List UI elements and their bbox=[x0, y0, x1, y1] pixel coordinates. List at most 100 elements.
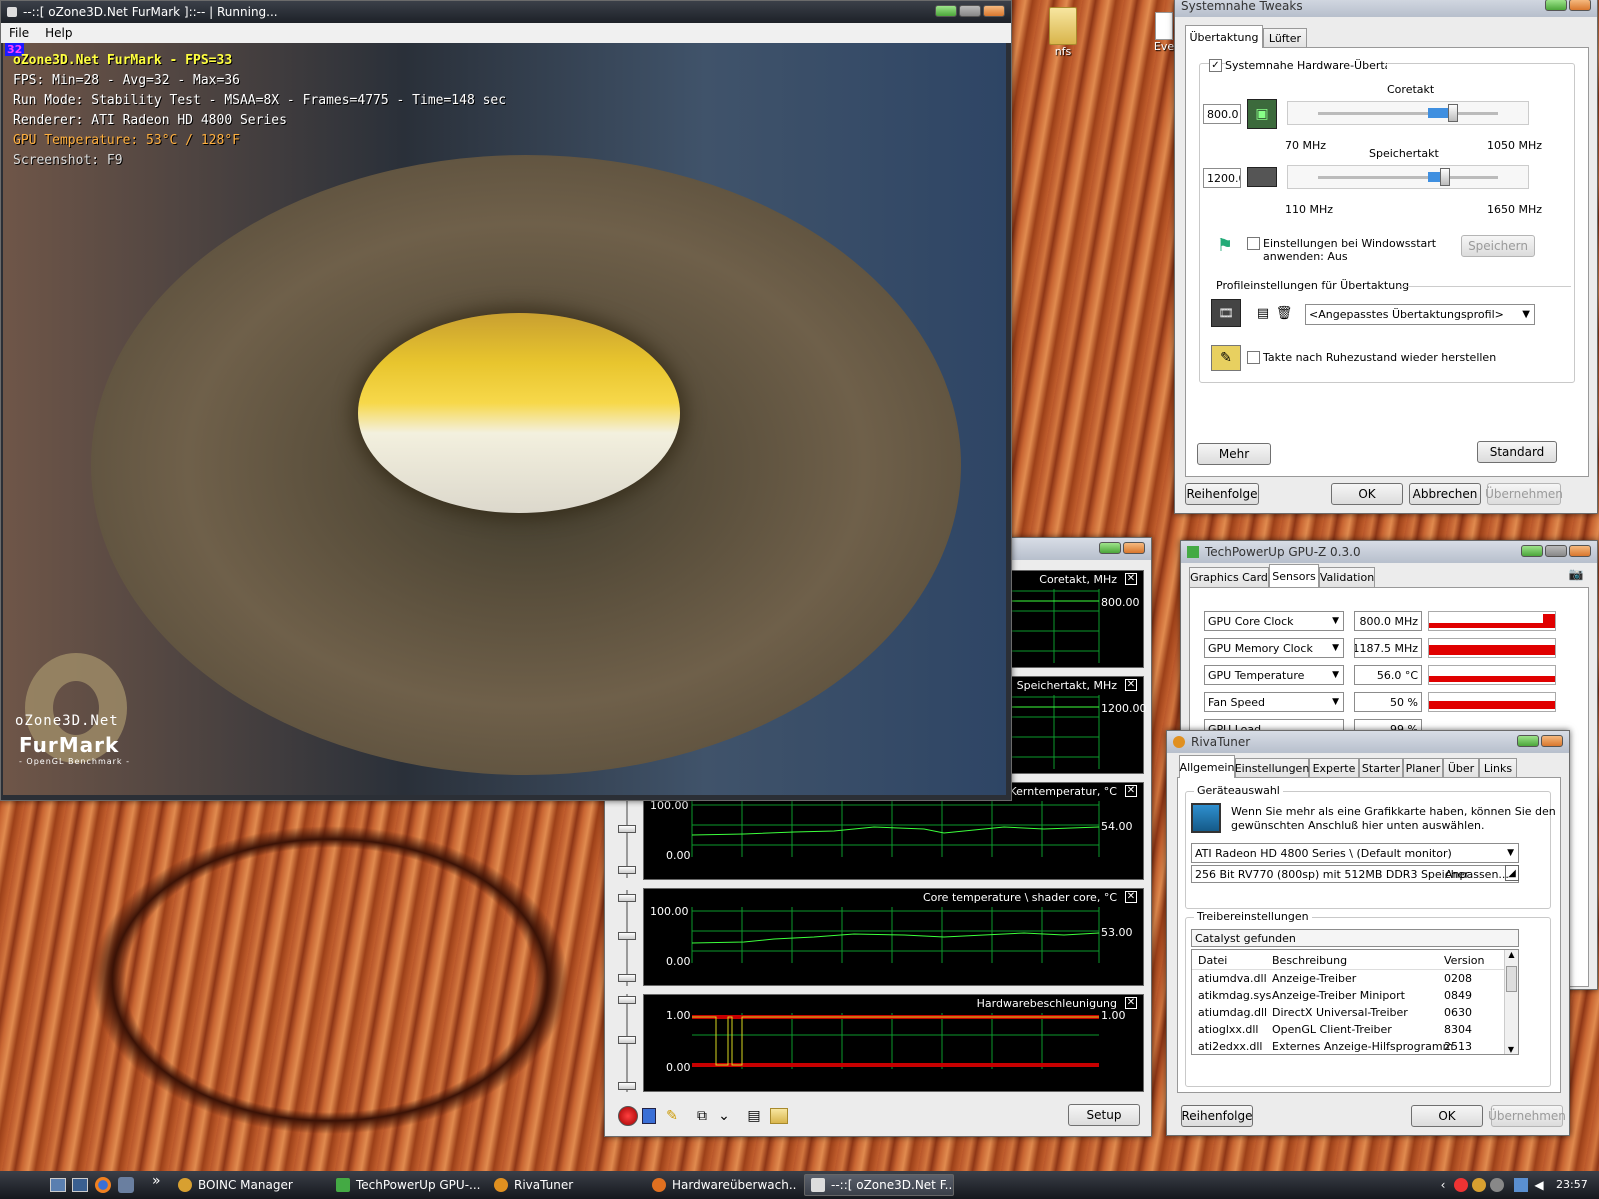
graph-close-icon[interactable]: ✕ bbox=[1125, 573, 1137, 585]
order-button[interactable]: Reihenfolge bbox=[1185, 483, 1259, 505]
tab-general[interactable]: Allgemein bbox=[1179, 755, 1235, 778]
ok-button[interactable]: OK bbox=[1331, 483, 1403, 505]
order-button[interactable]: Reihenfolge bbox=[1181, 1105, 1253, 1127]
close-button[interactable] bbox=[1123, 542, 1145, 554]
graph-close-icon[interactable]: ✕ bbox=[1125, 785, 1137, 797]
sensor-name-select[interactable]: GPU Memory Clock ▼ bbox=[1204, 638, 1344, 658]
scroll-down-icon[interactable]: ▼ bbox=[1505, 1045, 1517, 1054]
sensor-name-select[interactable]: Fan Speed ▼ bbox=[1204, 692, 1344, 712]
table-row[interactable]: atikmdag.sys Anzeige-Treiber Miniport 0849 bbox=[1192, 989, 1506, 1005]
desktop-icon-nfs[interactable]: nfs bbox=[1040, 2, 1086, 62]
taskbar-item-furmark[interactable]: --::[ oZone3D.Net F... bbox=[804, 1174, 954, 1196]
sensor-name-select[interactable]: GPU Core Clock ▼ bbox=[1204, 611, 1344, 631]
scroll-up-icon[interactable]: ▲ bbox=[1505, 950, 1518, 959]
memory-clock-slider[interactable] bbox=[1287, 165, 1529, 189]
restore-clocks-checkbox[interactable] bbox=[1247, 351, 1260, 364]
minimize-button[interactable] bbox=[1517, 735, 1539, 747]
device-select[interactable]: ATI Radeon HD 4800 Series \ (Default mon… bbox=[1191, 843, 1519, 863]
taskbar-item-hardware-monitor[interactable]: Hardwareüberwach... bbox=[646, 1174, 796, 1196]
switch-windows-icon[interactable] bbox=[72, 1178, 88, 1192]
graph-slider[interactable] bbox=[614, 800, 640, 878]
tab-links[interactable]: Links bbox=[1479, 758, 1517, 778]
windows-icon[interactable]: ⧉ bbox=[694, 1108, 710, 1124]
column-description[interactable]: Beschreibung bbox=[1272, 954, 1347, 967]
delete-profile-icon[interactable]: 🗑 bbox=[1276, 305, 1293, 321]
menu-help[interactable]: Help bbox=[37, 26, 80, 40]
column-version[interactable]: Version bbox=[1444, 954, 1484, 967]
close-button[interactable] bbox=[1569, 545, 1591, 557]
graph-close-icon[interactable]: ✕ bbox=[1125, 891, 1137, 903]
column-file[interactable]: Datei bbox=[1198, 954, 1227, 967]
tab-scheduler[interactable]: Planer bbox=[1403, 758, 1443, 778]
save-icon[interactable]: ▤ bbox=[746, 1108, 762, 1124]
tab-settings[interactable]: Einstellungen bbox=[1235, 758, 1309, 778]
tab-validation[interactable]: Validation bbox=[1319, 567, 1375, 587]
customize-button[interactable]: Anpassen... bbox=[1445, 868, 1509, 881]
scroll-thumb[interactable] bbox=[1506, 966, 1517, 992]
minimize-button[interactable] bbox=[1545, 0, 1567, 11]
more-button[interactable]: Mehr bbox=[1197, 443, 1271, 465]
firefox-icon[interactable] bbox=[95, 1177, 111, 1193]
sensor-name-select[interactable]: GPU Temperature ▼ bbox=[1204, 665, 1344, 685]
startup-apply-checkbox[interactable] bbox=[1247, 237, 1260, 250]
close-button[interactable] bbox=[1569, 0, 1591, 11]
enable-overclock-checkbox[interactable]: ✓ bbox=[1209, 59, 1222, 72]
graph-slider[interactable] bbox=[614, 994, 640, 1092]
memory-clock-input[interactable]: 1200.0 bbox=[1203, 168, 1241, 188]
close-button[interactable] bbox=[983, 5, 1005, 17]
tray-boinc-icon[interactable] bbox=[1472, 1178, 1486, 1192]
start-icon[interactable] bbox=[10, 1175, 32, 1195]
camera-icon[interactable]: 📷 bbox=[1567, 567, 1585, 581]
tab-sensors[interactable]: Sensors bbox=[1269, 564, 1319, 587]
core-clock-slider[interactable] bbox=[1287, 101, 1529, 125]
desktop-icon-eve[interactable]: Eve bbox=[1152, 2, 1176, 62]
taskbar-item-rivatuner[interactable]: RivaTuner bbox=[488, 1174, 638, 1196]
minimize-button[interactable] bbox=[935, 5, 957, 17]
show-desktop-icon[interactable] bbox=[50, 1178, 66, 1192]
maximize-button[interactable] bbox=[959, 5, 981, 17]
profile-select[interactable]: <Angepasstes Übertaktungsprofil> ▼ bbox=[1305, 304, 1535, 325]
media-icon[interactable] bbox=[118, 1177, 134, 1193]
table-row[interactable]: atioglxx.dll OpenGL Client-Treiber 8304 bbox=[1192, 1023, 1506, 1039]
memory-clock-thumb[interactable] bbox=[1440, 168, 1451, 186]
record-icon[interactable] bbox=[618, 1106, 638, 1126]
cancel-button[interactable]: Abbrechen bbox=[1409, 483, 1481, 505]
menu-file[interactable]: File bbox=[1, 26, 37, 40]
core-clock-input[interactable]: 800.0 bbox=[1203, 104, 1241, 124]
save-button[interactable]: Speichern bbox=[1461, 235, 1535, 257]
tag-icon[interactable]: ✎ bbox=[664, 1108, 680, 1124]
default-button[interactable]: Standard bbox=[1477, 441, 1557, 463]
table-scrollbar[interactable]: ▲ ▼ bbox=[1504, 950, 1518, 1054]
tray-riva-icon[interactable] bbox=[1490, 1178, 1504, 1192]
taskbar-item-boinc[interactable]: BOINC Manager bbox=[172, 1174, 322, 1196]
pause-icon[interactable] bbox=[642, 1108, 656, 1124]
save-profile-icon[interactable]: ▤ bbox=[1255, 305, 1271, 321]
table-row[interactable]: ati2edxx.dll Externes Anzeige-Hilfsprogra… bbox=[1192, 1040, 1506, 1054]
tab-about[interactable]: Über bbox=[1443, 758, 1479, 778]
tray-chevron-icon[interactable]: ‹ bbox=[1438, 1177, 1448, 1193]
tab-starter[interactable]: Starter bbox=[1359, 758, 1403, 778]
table-row[interactable]: atiumdag.dll DirectX Universal-Treiber 063… bbox=[1192, 1006, 1506, 1022]
tab-expert[interactable]: Experte bbox=[1309, 758, 1359, 778]
edit-icon[interactable]: ◢ bbox=[1505, 865, 1519, 881]
tab-graphics-card[interactable]: Graphics Card bbox=[1189, 567, 1269, 587]
core-clock-thumb[interactable] bbox=[1447, 104, 1458, 122]
quicklaunch-overflow-icon[interactable]: » bbox=[152, 1173, 161, 1189]
tab-fan[interactable]: Lüfter bbox=[1263, 28, 1307, 48]
setup-button[interactable]: Setup bbox=[1068, 1104, 1140, 1126]
tray-volume-icon[interactable]: ◀ bbox=[1532, 1177, 1546, 1193]
table-row[interactable]: atiumdva.dll Anzeige-Treiber 0208 bbox=[1192, 972, 1506, 988]
graph-slider[interactable] bbox=[614, 890, 640, 986]
apply-button[interactable]: Übernehmen bbox=[1485, 483, 1563, 505]
apply-button[interactable]: Übernehmen bbox=[1488, 1105, 1566, 1127]
ok-button[interactable]: OK bbox=[1411, 1105, 1483, 1127]
close-button[interactable] bbox=[1541, 735, 1563, 747]
minimize-button[interactable] bbox=[1099, 542, 1121, 554]
tray-security-icon[interactable] bbox=[1454, 1178, 1468, 1192]
tab-overclocking[interactable]: Übertaktung bbox=[1185, 25, 1263, 48]
taskbar-item-gpuz[interactable]: TechPowerUp GPU-... bbox=[330, 1174, 480, 1196]
maximize-button[interactable] bbox=[1545, 545, 1567, 557]
folder-open-icon[interactable] bbox=[770, 1108, 788, 1124]
graph-close-icon[interactable]: ✕ bbox=[1125, 679, 1137, 691]
render-viewport[interactable]: 32 oZone3D.Net FurMark - FPS=33 FPS: Min… bbox=[3, 43, 1006, 795]
